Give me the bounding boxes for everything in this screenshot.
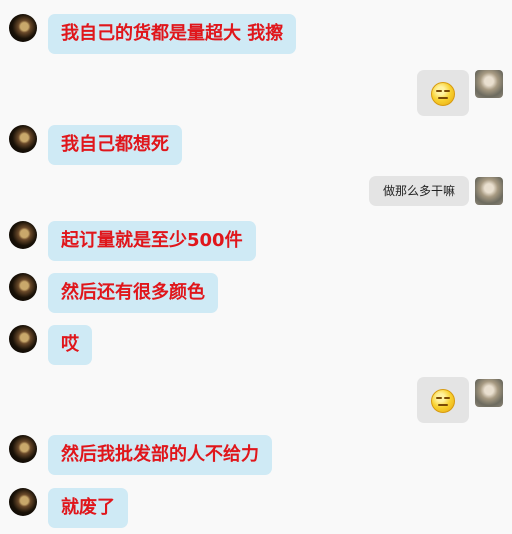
avatar[interactable]: [9, 221, 37, 249]
message-bubble[interactable]: 我自己的货都是量超大 我擦: [48, 14, 297, 54]
squint-smile-face-icon: [431, 389, 455, 413]
message-bubble[interactable]: 哎: [48, 325, 92, 365]
avatar[interactable]: [475, 70, 503, 98]
message-bubble[interactable]: 起订量就是至少500件: [48, 221, 256, 261]
avatar[interactable]: [9, 488, 37, 516]
avatar[interactable]: [9, 125, 37, 153]
message-bubble[interactable]: 做那么多干嘛: [368, 176, 469, 206]
message-bubble[interactable]: [417, 377, 469, 423]
avatar[interactable]: [9, 325, 37, 353]
message-bubble[interactable]: 然后还有很多颜色: [48, 273, 218, 313]
message-bubble[interactable]: [417, 70, 469, 116]
avatar[interactable]: [9, 273, 37, 301]
message-bubble[interactable]: 就废了: [48, 488, 128, 528]
message-bubble[interactable]: 我自己都想死: [48, 125, 182, 165]
avatar[interactable]: [475, 177, 503, 205]
message-bubble[interactable]: 然后我批发部的人不给力: [48, 435, 272, 475]
avatar[interactable]: [475, 379, 503, 407]
sneer-face-icon: [431, 82, 455, 106]
avatar[interactable]: [9, 14, 37, 42]
avatar[interactable]: [9, 435, 37, 463]
